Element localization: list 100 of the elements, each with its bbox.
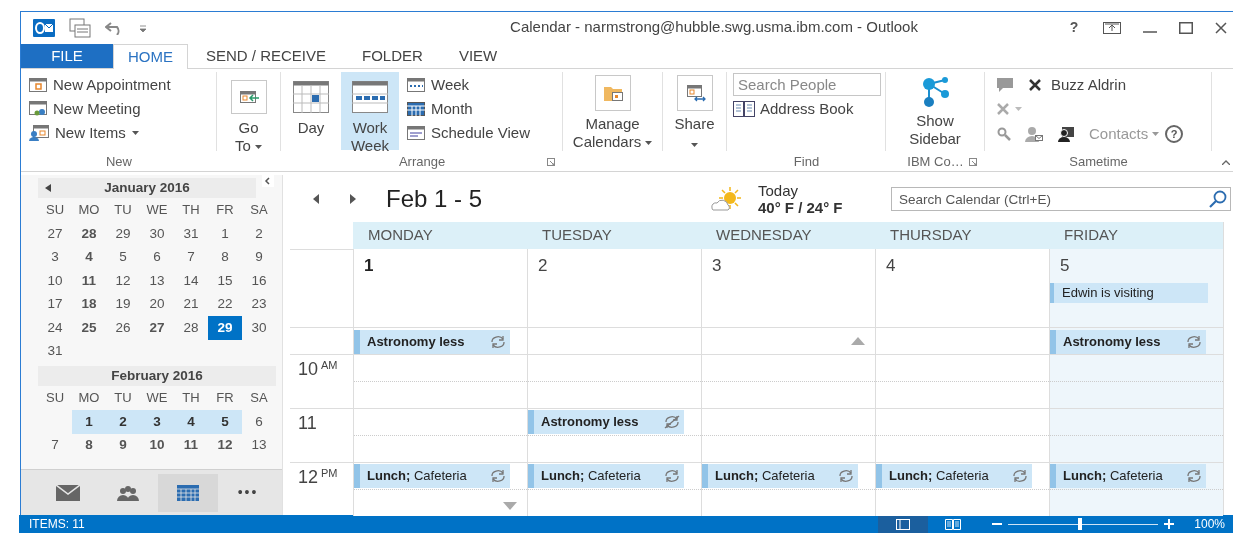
collapse-ribbon-icon[interactable] [1222,160,1230,165]
search-people-field[interactable]: Search People [733,73,881,96]
calendar-day[interactable]: 13 [242,433,276,457]
calendar-day[interactable]: 2 [106,410,140,434]
calendar-day[interactable]: 1 [208,222,242,246]
calendar-day[interactable]: 10 [38,269,72,293]
calendar-day[interactable]: 29 [106,222,140,246]
calendar-day[interactable]: 5 [208,410,242,434]
ribbon-button[interactable]: Month [399,97,538,121]
chat-bubble-icon[interactable] [997,78,1013,92]
zoom-slider-thumb[interactable] [1078,518,1083,530]
send-receive-icon[interactable] [69,17,91,38]
calendar-event[interactable]: Astronomy less [1050,329,1206,354]
calendar-day[interactable]: 25 [72,316,106,340]
calendar-day[interactable]: 18 [72,292,106,316]
calendar-day[interactable]: 6 [242,410,276,434]
calendar-day[interactable]: 30 [140,222,174,246]
calendar-day[interactable]: 7 [38,433,72,457]
manage-calendars-button[interactable]: Manage Calendars [563,72,662,151]
share-button[interactable]: Share [663,72,726,151]
ribbon-tab[interactable]: FOLDER [344,44,441,68]
calendar-day[interactable]: 30 [242,316,276,340]
calendar-event[interactable]: Lunch; Cafeteria [528,464,684,488]
calendar-day[interactable]: 12 [106,269,140,293]
calendar-day[interactable]: 19 [106,292,140,316]
up-triangle-icon[interactable] [851,337,865,345]
calendar-day[interactable]: 3 [38,245,72,269]
calendar-day[interactable]: 16 [242,269,276,293]
calendar-day[interactable]: 21 [174,292,208,316]
zoom-in-icon[interactable] [1164,519,1175,529]
contact-button[interactable]: Buzz Aldrin [1029,73,1127,97]
time-slot[interactable]: Lunch; Cafeteria [527,462,701,516]
collapse-pane-icon[interactable] [262,175,274,187]
calendar-day[interactable]: 11 [72,269,106,293]
calendar-day[interactable]: 6 [140,245,174,269]
calendar-day[interactable]: 8 [208,245,242,269]
calendar-day[interactable]: 12 [208,433,242,457]
calendar-day[interactable]: 10 [140,433,174,457]
calendar-day[interactable]: 23 [242,292,276,316]
dialog-launcher-icon[interactable] [547,158,555,166]
ribbon-button[interactable]: New Items [21,121,179,145]
calendar-day[interactable]: 9 [242,245,276,269]
ribbon-tab[interactable]: SEND / RECEIVE [188,44,345,68]
calendar-day[interactable]: 27 [38,222,72,246]
ribbon-display-options-icon[interactable] [1103,21,1121,34]
calendar-day[interactable]: 4 [72,245,106,269]
next-icon[interactable] [350,193,356,204]
calendar-day[interactable]: 2 [242,222,276,246]
search-icon[interactable] [1209,189,1227,208]
ribbon-tab[interactable]: FILE [21,44,113,68]
nav-bar-item[interactable] [158,473,218,512]
address-book-button[interactable]: Address Book [733,98,881,120]
search-calendar-field[interactable]: Search Calendar (Ctrl+E) [891,187,1231,211]
time-slot[interactable]: Astronomy less [1049,327,1223,354]
calendar-day[interactable]: 29 [208,316,242,340]
search-icon[interactable] [997,127,1011,141]
previous-month-icon[interactable] [45,184,51,192]
ribbon-tab[interactable]: HOME [113,44,188,69]
calendar-day[interactable]: 7 [174,245,208,269]
calendar-day[interactable]: 31 [38,339,72,363]
time-slot[interactable]: Astronomy less [353,327,527,354]
calendar-day[interactable]: 26 [106,316,140,340]
calendar-day[interactable]: 1 [72,410,106,434]
help-button[interactable]: ? [1067,17,1081,38]
calendar-day[interactable]: 4 [174,410,208,434]
calendar-event[interactable]: Lunch; Cafeteria [702,464,858,488]
time-slot[interactable]: Lunch; Cafeteria [701,462,875,516]
time-slot[interactable]: Astronomy less [527,408,701,462]
all-day-event[interactable]: Edwin is visiting [1050,283,1208,303]
nav-bar-item[interactable]: ••• [218,473,278,512]
calendar-day[interactable]: 5 [106,245,140,269]
all-day-cell[interactable]: 5 Edwin is visiting [1049,249,1223,327]
time-slot[interactable]: Lunch; Cafeteria [353,462,527,516]
ribbon-button[interactable]: Schedule View [399,121,538,145]
calendar-day[interactable]: 22 [208,292,242,316]
time-slot[interactable]: Lunch; Cafeteria [1049,462,1223,516]
calendar-event[interactable]: Astronomy less [528,410,684,434]
view-button[interactable]: Work Week [341,72,399,150]
calendar-day[interactable]: 9 [106,433,140,457]
time-slot[interactable]: Lunch; Cafeteria [875,462,1049,516]
calendar-day[interactable]: 27 [140,316,174,340]
calendar-event[interactable]: Astronomy less [354,329,510,354]
go-to-button[interactable]: Go To [217,72,280,151]
calendar-day[interactable]: 3 [140,410,174,434]
previous-icon[interactable] [313,193,319,204]
calendar-day[interactable]: 15 [208,269,242,293]
down-triangle-icon[interactable] [503,502,517,510]
calendar-event[interactable]: Lunch; Cafeteria [354,464,510,488]
calendar-day[interactable]: 8 [72,433,106,457]
calendar-day[interactable]: 14 [174,269,208,293]
calendar-day[interactable]: 17 [38,292,72,316]
view-button[interactable]: Day [281,72,341,150]
customize-toolbar-icon[interactable] [139,23,147,32]
calendar-day[interactable]: 31 [174,222,208,246]
calendar-day[interactable]: 13 [140,269,174,293]
help-button[interactable]: ? [1165,125,1184,143]
person-mail-icon[interactable] [1025,126,1043,142]
calendar-day[interactable]: 20 [140,292,174,316]
ribbon-button[interactable]: New Meeting [21,97,179,121]
calendar-day[interactable]: 24 [38,316,72,340]
